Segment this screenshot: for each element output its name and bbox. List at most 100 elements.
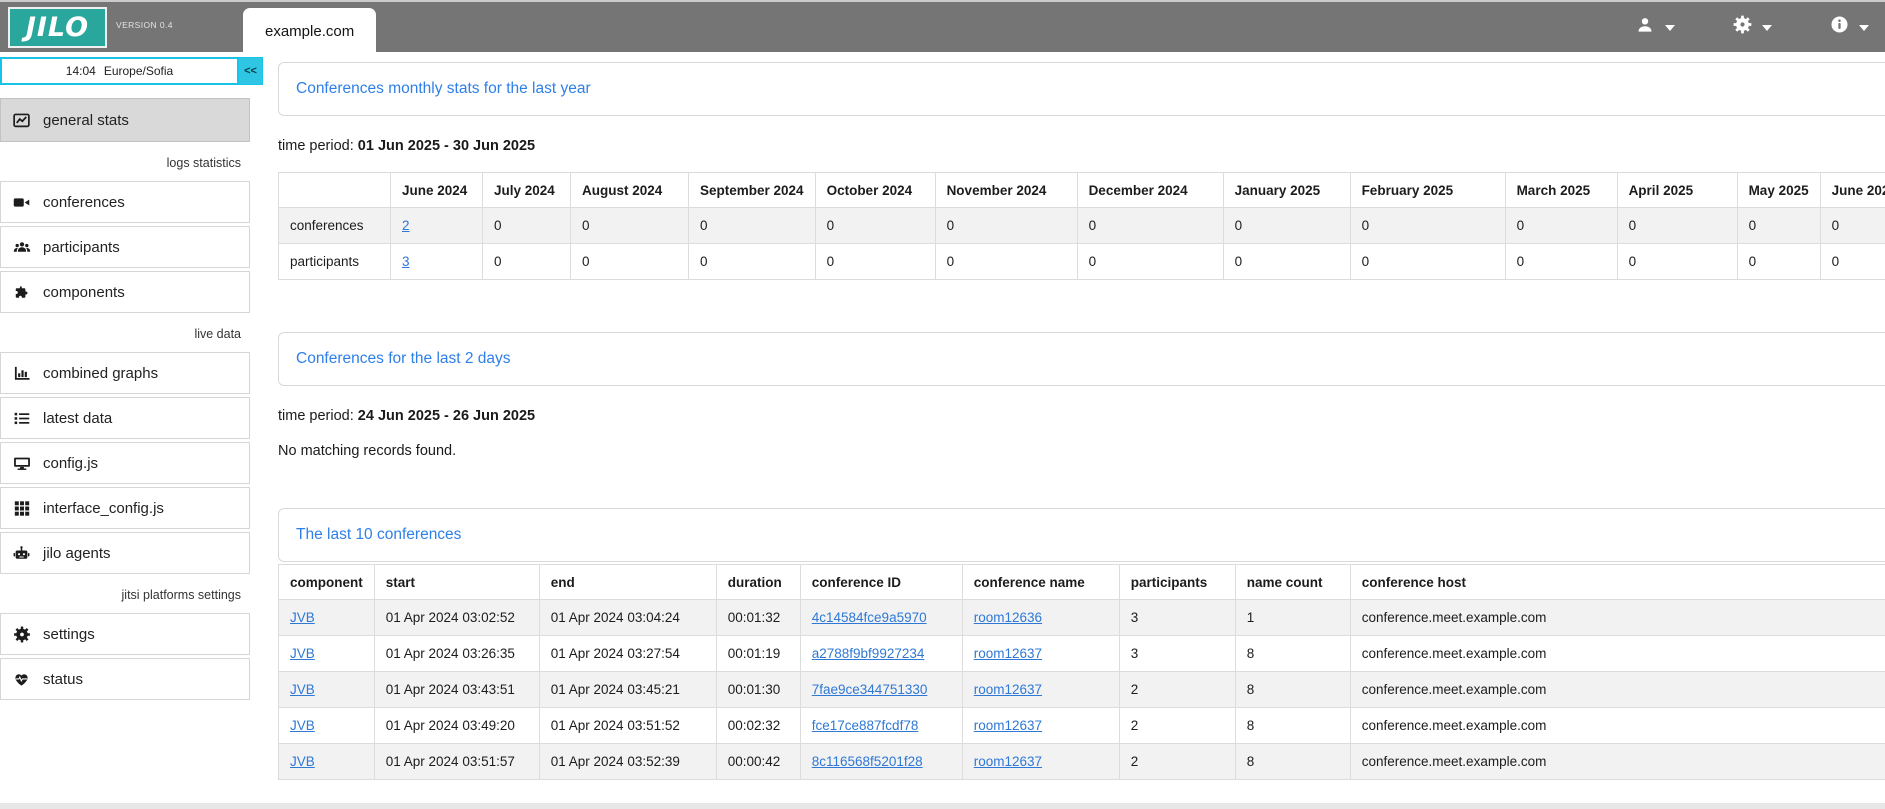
cell-end: 01 Apr 2024 03:52:39 bbox=[539, 744, 716, 780]
sidebar-item-interface-config-js[interactable]: interface_config.js bbox=[0, 487, 250, 529]
version-label: VERSION 0.4 bbox=[116, 20, 173, 30]
recent-conferences-header: Conferences for the last 2 days bbox=[278, 332, 1885, 386]
cell: 0 bbox=[1737, 244, 1820, 280]
component-link[interactable]: JVB bbox=[290, 718, 315, 733]
component-link[interactable]: JVB bbox=[290, 682, 315, 697]
conference-name-link[interactable]: room12637 bbox=[974, 682, 1042, 697]
cell: 0 bbox=[571, 244, 689, 280]
sidebar-collapse-button[interactable]: << bbox=[239, 57, 263, 85]
cell-duration: 00:01:19 bbox=[716, 636, 800, 672]
conference-name-link[interactable]: room12637 bbox=[974, 646, 1042, 661]
cell: 0 bbox=[1077, 244, 1223, 280]
participants-count-link[interactable]: 3 bbox=[402, 254, 410, 269]
cell-start: 01 Apr 2024 03:43:51 bbox=[374, 672, 539, 708]
cell-end: 01 Apr 2024 03:04:24 bbox=[539, 600, 716, 636]
main-content: Conferences monthly stats for the last y… bbox=[263, 52, 1885, 803]
cell-participants: 2 bbox=[1119, 708, 1235, 744]
sidebar-item-conferences[interactable]: conferences bbox=[0, 181, 250, 223]
cell: 0 bbox=[689, 208, 816, 244]
users-icon bbox=[11, 238, 32, 256]
recent-conferences-section: Conferences for the last 2 days time per… bbox=[278, 332, 1885, 459]
topbar: JILO VERSION 0.4 example.com bbox=[0, 2, 1885, 52]
sidebar-item-status[interactable]: status bbox=[0, 658, 250, 700]
time-period-label: time period: bbox=[278, 138, 354, 154]
cell-conference-id: 4c14584fce9a5970 bbox=[800, 600, 962, 636]
cell: 0 bbox=[1737, 208, 1820, 244]
cell: 0 bbox=[483, 208, 571, 244]
conference-name-link[interactable]: room12636 bbox=[974, 610, 1042, 625]
cell-participants: 2 bbox=[1119, 672, 1235, 708]
cell-component: JVB bbox=[279, 600, 375, 636]
sidebar-item-label: conferences bbox=[43, 194, 125, 211]
cell-component: JVB bbox=[279, 672, 375, 708]
sidebar-item-general-stats[interactable]: general stats bbox=[0, 98, 250, 142]
column-header: conference name bbox=[962, 565, 1119, 600]
column-header: June 2025 bbox=[1820, 173, 1885, 208]
cell-conference-name: room12637 bbox=[962, 636, 1119, 672]
cell: 0 bbox=[1077, 208, 1223, 244]
chart-line-icon bbox=[11, 111, 32, 129]
cell-conference-name: room12637 bbox=[962, 672, 1119, 708]
clock-timezone: Europe/Sofia bbox=[104, 64, 173, 78]
sidebar-item-components[interactable]: components bbox=[0, 271, 250, 313]
sidebar-item-label: participants bbox=[43, 239, 120, 256]
cell: 0 bbox=[1617, 244, 1737, 280]
cell-duration: 00:02:32 bbox=[716, 708, 800, 744]
sidebar-item-label: status bbox=[43, 671, 83, 688]
column-header: start bbox=[374, 565, 539, 600]
info-menu[interactable] bbox=[1830, 15, 1869, 39]
conference-name-link[interactable]: room12637 bbox=[974, 718, 1042, 733]
table-row: JVB 01 Apr 2024 03:49:20 01 Apr 2024 03:… bbox=[279, 708, 1885, 744]
cell: 0 bbox=[1820, 244, 1885, 280]
time-period-value: 24 Jun 2025 - 26 Jun 2025 bbox=[358, 408, 535, 424]
sidebar-section-jitsi-platforms-settings: jitsi platforms settings bbox=[0, 577, 250, 613]
cell-host: conference.meet.example.com bbox=[1350, 600, 1885, 636]
cell-conference-id: fce17ce887fcdf78 bbox=[800, 708, 962, 744]
sidebar-item-participants[interactable]: participants bbox=[0, 226, 250, 268]
sidebar-item-latest-data[interactable]: latest data bbox=[0, 397, 250, 439]
conferences-count-link[interactable]: 2 bbox=[402, 218, 410, 233]
cell-participants: 2 bbox=[1119, 744, 1235, 780]
component-link[interactable]: JVB bbox=[290, 754, 315, 769]
cell: 0 bbox=[1223, 244, 1350, 280]
sidebar-section-live-data: live data bbox=[0, 316, 250, 352]
monthly-stats-section: Conferences monthly stats for the last y… bbox=[278, 62, 1885, 280]
cell-name-count: 1 bbox=[1235, 600, 1350, 636]
sidebar-item-config-js[interactable]: config.js bbox=[0, 442, 250, 484]
sidebar-item-combined-graphs[interactable]: combined graphs bbox=[0, 352, 250, 394]
settings-menu[interactable] bbox=[1733, 15, 1772, 39]
sidebar-item-jilo-agents[interactable]: jilo agents bbox=[0, 532, 250, 574]
conference-id-link[interactable]: a2788f9bf9927234 bbox=[812, 646, 925, 661]
time-period-value: 01 Jun 2025 - 30 Jun 2025 bbox=[358, 138, 535, 154]
sidebar-section-logs-statistics: logs statistics bbox=[0, 145, 250, 181]
column-header: conference ID bbox=[800, 565, 962, 600]
table-row: JVB 01 Apr 2024 03:43:51 01 Apr 2024 03:… bbox=[279, 672, 1885, 708]
component-link[interactable]: JVB bbox=[290, 610, 315, 625]
platform-tab[interactable]: example.com bbox=[243, 8, 376, 54]
monthly-stats-table: June 2024 July 2024 August 2024 Septembe… bbox=[278, 172, 1885, 280]
puzzle-piece-icon bbox=[11, 283, 32, 301]
conference-id-link[interactable]: fce17ce887fcdf78 bbox=[812, 718, 919, 733]
table-row: JVB 01 Apr 2024 03:51:57 01 Apr 2024 03:… bbox=[279, 744, 1885, 780]
robot-icon bbox=[11, 544, 32, 562]
user-menu[interactable] bbox=[1635, 16, 1675, 39]
conference-id-link[interactable]: 8c116568f5201f28 bbox=[812, 754, 923, 769]
cell-participants: 3 bbox=[1119, 600, 1235, 636]
cell-duration: 00:00:42 bbox=[716, 744, 800, 780]
cell: 0 bbox=[1505, 208, 1617, 244]
section-title: Conferences monthly stats for the last y… bbox=[296, 80, 591, 98]
cell: 0 bbox=[1820, 208, 1885, 244]
horizontal-scrollbar[interactable] bbox=[0, 803, 1885, 809]
component-link[interactable]: JVB bbox=[290, 646, 315, 661]
conference-id-link[interactable]: 4c14584fce9a5970 bbox=[812, 610, 927, 625]
column-header: duration bbox=[716, 565, 800, 600]
cell-host: conference.meet.example.com bbox=[1350, 636, 1885, 672]
conference-name-link[interactable]: room12637 bbox=[974, 754, 1042, 769]
sidebar-item-label: combined graphs bbox=[43, 365, 158, 382]
conference-id-link[interactable]: 7fae9ce344751330 bbox=[812, 682, 928, 697]
sidebar-item-label: interface_config.js bbox=[43, 500, 164, 517]
cell: 0 bbox=[1350, 244, 1505, 280]
table-row: JVB 01 Apr 2024 03:02:52 01 Apr 2024 03:… bbox=[279, 600, 1885, 636]
cell-name-count: 8 bbox=[1235, 672, 1350, 708]
sidebar-item-settings[interactable]: settings bbox=[0, 613, 250, 655]
